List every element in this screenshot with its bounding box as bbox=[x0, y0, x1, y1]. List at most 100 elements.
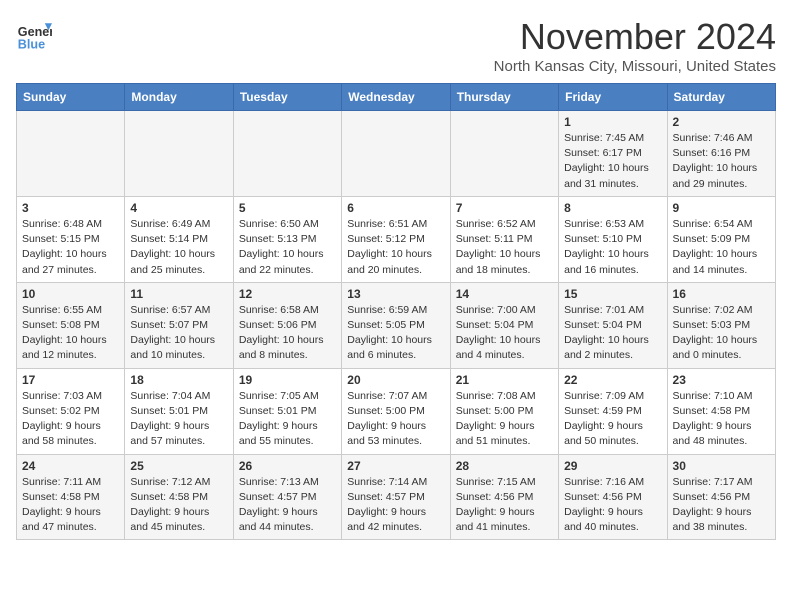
day-number: 20 bbox=[347, 373, 444, 387]
day-number: 7 bbox=[456, 201, 553, 215]
day-info: Sunrise: 7:07 AM Sunset: 5:00 PM Dayligh… bbox=[347, 389, 444, 450]
day-info: Sunrise: 7:01 AM Sunset: 5:04 PM Dayligh… bbox=[564, 303, 661, 364]
day-number: 9 bbox=[673, 201, 770, 215]
title-block: November 2024 North Kansas City, Missour… bbox=[494, 16, 776, 75]
day-cell: 27Sunrise: 7:14 AM Sunset: 4:57 PM Dayli… bbox=[342, 454, 450, 540]
day-number: 30 bbox=[673, 459, 770, 473]
day-cell: 14 Sunrise: 7:00 AM Sunset: 5:04 PM Dayli… bbox=[450, 282, 558, 368]
day-number: 2 bbox=[673, 115, 770, 129]
day-number: 4 bbox=[130, 201, 227, 215]
day-number: 26 bbox=[239, 459, 336, 473]
day-info: Sunrise: 6:48 AM Sunset: 5:15 PM Dayligh… bbox=[22, 217, 119, 278]
day-cell bbox=[17, 111, 125, 197]
day-cell: 4 Sunrise: 6:49 AM Sunset: 5:14 PM Daylig… bbox=[125, 196, 233, 282]
day-info: Sunrise: 7:00 AM Sunset: 5:04 PM Dayligh… bbox=[456, 303, 553, 364]
day-cell: 19Sunrise: 7:05 AM Sunset: 5:01 PM Dayli… bbox=[233, 368, 341, 454]
logo-icon: General Blue bbox=[16, 16, 52, 52]
day-info: Sunrise: 7:02 AM Sunset: 5:03 PM Dayligh… bbox=[673, 303, 770, 364]
day-info: Sunrise: 7:15 AM Sunset: 4:56 PM Dayligh… bbox=[456, 475, 553, 536]
week-row-1: 3 Sunrise: 6:48 AM Sunset: 5:15 PM Daylig… bbox=[17, 196, 776, 282]
day-number: 24 bbox=[22, 459, 119, 473]
day-info: Sunrise: 7:46 AM Sunset: 6:16 PM Dayligh… bbox=[673, 131, 770, 192]
day-cell: 3 Sunrise: 6:48 AM Sunset: 5:15 PM Daylig… bbox=[17, 196, 125, 282]
day-number: 1 bbox=[564, 115, 661, 129]
day-info: Sunrise: 7:12 AM Sunset: 4:58 PM Dayligh… bbox=[130, 475, 227, 536]
day-info: Sunrise: 7:11 AM Sunset: 4:58 PM Dayligh… bbox=[22, 475, 119, 536]
day-cell: 18 Sunrise: 7:04 AM Sunset: 5:01 PM Dayli… bbox=[125, 368, 233, 454]
day-info: Sunrise: 6:57 AM Sunset: 5:07 PM Dayligh… bbox=[130, 303, 227, 364]
day-cell bbox=[233, 111, 341, 197]
week-row-4: 24 Sunrise: 7:11 AM Sunset: 4:58 PM Dayli… bbox=[17, 454, 776, 540]
week-row-3: 17 Sunrise: 7:03 AM Sunset: 5:02 PM Dayli… bbox=[17, 368, 776, 454]
calendar-table: SundayMondayTuesdayWednesdayThursdayFrid… bbox=[16, 83, 776, 540]
day-info: Sunrise: 7:09 AM Sunset: 4:59 PM Dayligh… bbox=[564, 389, 661, 450]
day-cell: 1 Sunrise: 7:45 AM Sunset: 6:17 PM Daylig… bbox=[559, 111, 667, 197]
day-number: 13 bbox=[347, 287, 444, 301]
header-cell-sunday: Sunday bbox=[17, 84, 125, 111]
day-info: Sunrise: 6:53 AM Sunset: 5:10 PM Dayligh… bbox=[564, 217, 661, 278]
day-info: Sunrise: 6:58 AM Sunset: 5:06 PM Dayligh… bbox=[239, 303, 336, 364]
day-cell: 25 Sunrise: 7:12 AM Sunset: 4:58 PM Dayli… bbox=[125, 454, 233, 540]
header-cell-monday: Monday bbox=[125, 84, 233, 111]
header-cell-saturday: Saturday bbox=[667, 84, 775, 111]
day-info: Sunrise: 6:49 AM Sunset: 5:14 PM Dayligh… bbox=[130, 217, 227, 278]
calendar-header: SundayMondayTuesdayWednesdayThursdayFrid… bbox=[17, 84, 776, 111]
day-number: 21 bbox=[456, 373, 553, 387]
day-number: 3 bbox=[22, 201, 119, 215]
day-number: 10 bbox=[22, 287, 119, 301]
day-cell: 6Sunrise: 6:51 AM Sunset: 5:12 PM Daylig… bbox=[342, 196, 450, 282]
day-info: Sunrise: 7:04 AM Sunset: 5:01 PM Dayligh… bbox=[130, 389, 227, 450]
day-number: 8 bbox=[564, 201, 661, 215]
day-cell: 13 Sunrise: 6:59 AM Sunset: 5:05 PM Dayli… bbox=[342, 282, 450, 368]
day-number: 17 bbox=[22, 373, 119, 387]
day-number: 29 bbox=[564, 459, 661, 473]
day-number: 23 bbox=[673, 373, 770, 387]
day-number: 19 bbox=[239, 373, 336, 387]
location: North Kansas City, Missouri, United Stat… bbox=[494, 58, 776, 75]
day-cell: 5Sunrise: 6:50 AM Sunset: 5:13 PM Daylig… bbox=[233, 196, 341, 282]
day-cell: 10Sunrise: 6:55 AM Sunset: 5:08 PM Dayli… bbox=[17, 282, 125, 368]
day-cell: 2 Sunrise: 7:46 AM Sunset: 6:16 PM Daylig… bbox=[667, 111, 775, 197]
day-info: Sunrise: 6:52 AM Sunset: 5:11 PM Dayligh… bbox=[456, 217, 553, 278]
day-cell: 7 Sunrise: 6:52 AM Sunset: 5:11 PM Daylig… bbox=[450, 196, 558, 282]
day-cell: 11 Sunrise: 6:57 AM Sunset: 5:07 PM Dayli… bbox=[125, 282, 233, 368]
day-number: 25 bbox=[130, 459, 227, 473]
day-number: 12 bbox=[239, 287, 336, 301]
day-cell: 23 Sunrise: 7:10 AM Sunset: 4:58 PM Dayli… bbox=[667, 368, 775, 454]
day-number: 15 bbox=[564, 287, 661, 301]
day-number: 22 bbox=[564, 373, 661, 387]
day-info: Sunrise: 6:50 AM Sunset: 5:13 PM Dayligh… bbox=[239, 217, 336, 278]
day-cell: 12 Sunrise: 6:58 AM Sunset: 5:06 PM Dayli… bbox=[233, 282, 341, 368]
day-info: Sunrise: 7:10 AM Sunset: 4:58 PM Dayligh… bbox=[673, 389, 770, 450]
day-number: 14 bbox=[456, 287, 553, 301]
day-cell bbox=[342, 111, 450, 197]
day-info: Sunrise: 7:45 AM Sunset: 6:17 PM Dayligh… bbox=[564, 131, 661, 192]
header-cell-tuesday: Tuesday bbox=[233, 84, 341, 111]
day-info: Sunrise: 7:08 AM Sunset: 5:00 PM Dayligh… bbox=[456, 389, 553, 450]
day-number: 11 bbox=[130, 287, 227, 301]
logo: General Blue bbox=[16, 16, 52, 52]
header-cell-thursday: Thursday bbox=[450, 84, 558, 111]
day-info: Sunrise: 7:16 AM Sunset: 4:56 PM Dayligh… bbox=[564, 475, 661, 536]
day-number: 18 bbox=[130, 373, 227, 387]
day-number: 27 bbox=[347, 459, 444, 473]
week-row-2: 10Sunrise: 6:55 AM Sunset: 5:08 PM Dayli… bbox=[17, 282, 776, 368]
day-number: 16 bbox=[673, 287, 770, 301]
day-info: Sunrise: 7:17 AM Sunset: 4:56 PM Dayligh… bbox=[673, 475, 770, 536]
week-row-0: 1 Sunrise: 7:45 AM Sunset: 6:17 PM Daylig… bbox=[17, 111, 776, 197]
month-title: November 2024 bbox=[494, 16, 776, 58]
svg-text:Blue: Blue bbox=[18, 37, 45, 51]
day-info: Sunrise: 6:54 AM Sunset: 5:09 PM Dayligh… bbox=[673, 217, 770, 278]
day-cell: 30 Sunrise: 7:17 AM Sunset: 4:56 PM Dayli… bbox=[667, 454, 775, 540]
day-cell: 20 Sunrise: 7:07 AM Sunset: 5:00 PM Dayli… bbox=[342, 368, 450, 454]
day-info: Sunrise: 6:59 AM Sunset: 5:05 PM Dayligh… bbox=[347, 303, 444, 364]
day-cell: 22 Sunrise: 7:09 AM Sunset: 4:59 PM Dayli… bbox=[559, 368, 667, 454]
day-cell: 16 Sunrise: 7:02 AM Sunset: 5:03 PM Dayli… bbox=[667, 282, 775, 368]
day-cell: 26Sunrise: 7:13 AM Sunset: 4:57 PM Dayli… bbox=[233, 454, 341, 540]
page-header: General Blue November 2024 North Kansas … bbox=[16, 16, 776, 75]
day-cell: 28 Sunrise: 7:15 AM Sunset: 4:56 PM Dayli… bbox=[450, 454, 558, 540]
day-number: 28 bbox=[456, 459, 553, 473]
header-cell-wednesday: Wednesday bbox=[342, 84, 450, 111]
day-number: 6 bbox=[347, 201, 444, 215]
day-info: Sunrise: 7:03 AM Sunset: 5:02 PM Dayligh… bbox=[22, 389, 119, 450]
